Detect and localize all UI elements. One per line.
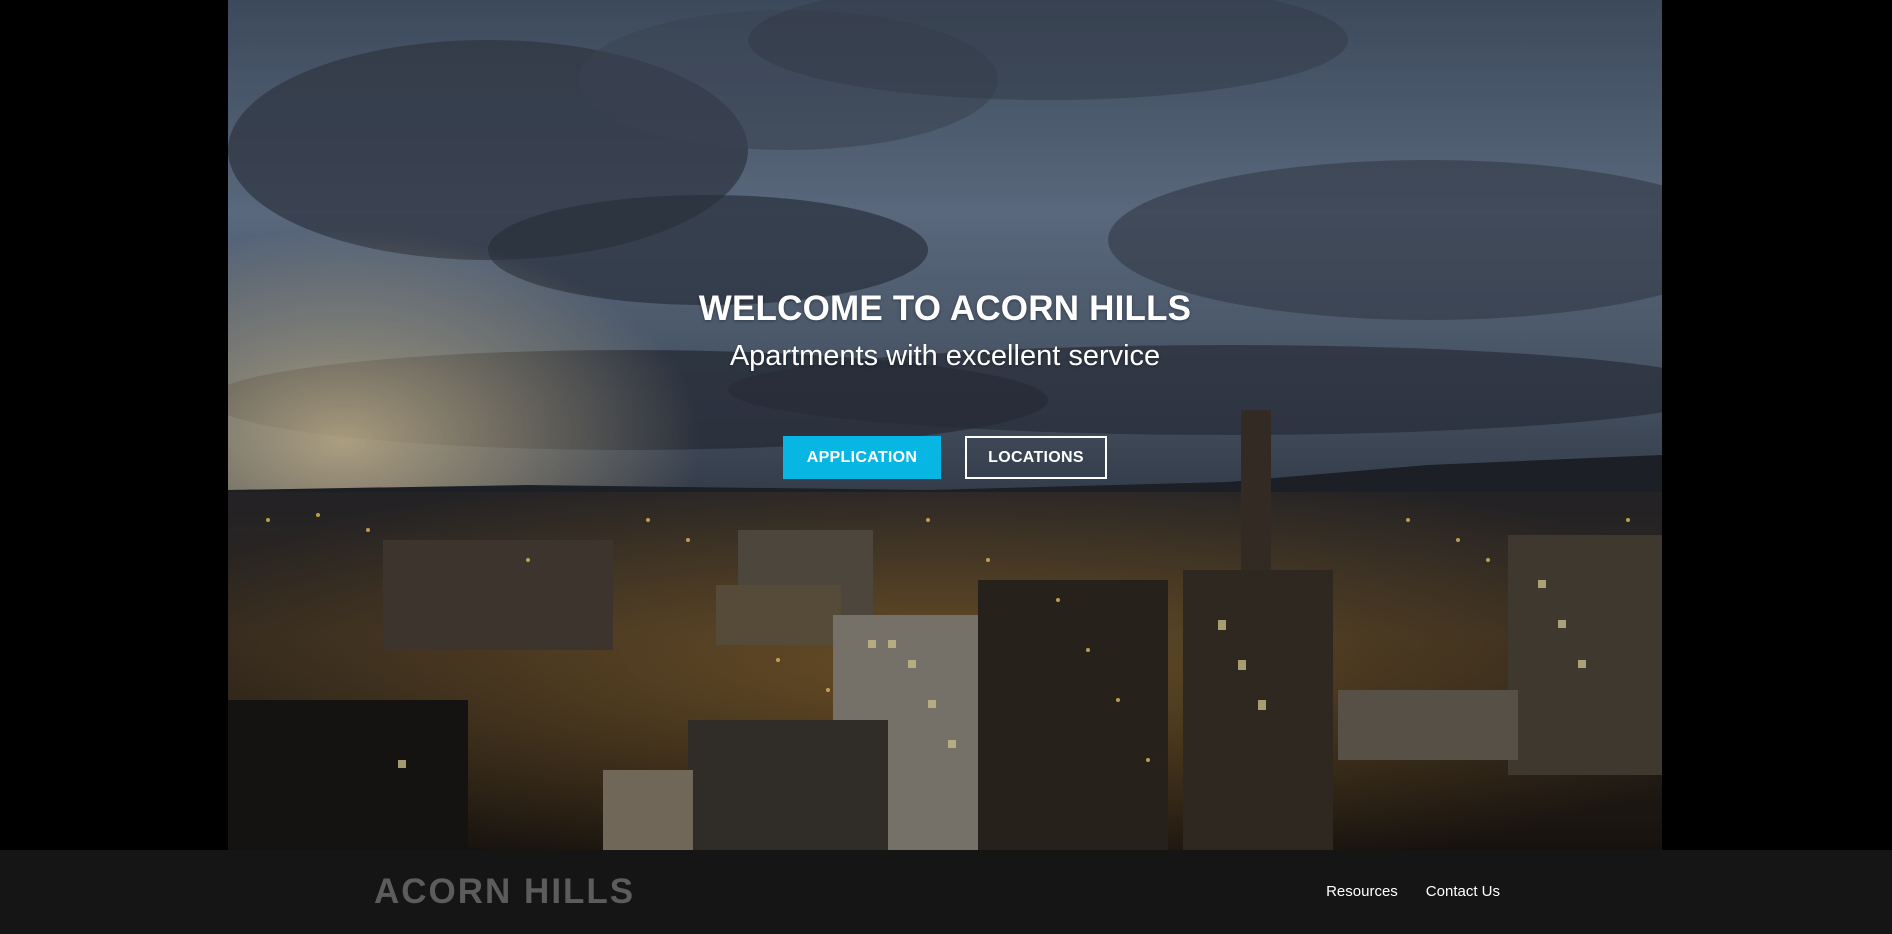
footer-nav: Resources Contact Us: [1326, 883, 1500, 901]
hero-section: WELCOME TO ACORN HILLS Apartments with e…: [228, 0, 1662, 850]
hero-frame: WELCOME TO ACORN HILLS Apartments with e…: [0, 0, 1892, 850]
hero-background-image: [228, 0, 1662, 850]
hero-title: WELCOME TO ACORN HILLS: [698, 289, 1192, 328]
hero-buttons: APPLICATION LOCATIONS: [228, 436, 1662, 479]
brand-logo-text[interactable]: ACORN HILLS: [374, 870, 635, 914]
footer-bar: ACORN HILLS Resources Contact Us: [0, 850, 1892, 934]
nav-link-contact-us[interactable]: Contact Us: [1426, 883, 1500, 901]
hero-subtitle: Apartments with excellent service: [729, 340, 1161, 372]
hero-content: WELCOME TO ACORN HILLS Apartments with e…: [228, 285, 1662, 376]
application-button[interactable]: APPLICATION: [783, 436, 941, 479]
locations-button[interactable]: LOCATIONS: [965, 436, 1107, 479]
nav-link-resources[interactable]: Resources: [1326, 883, 1398, 901]
